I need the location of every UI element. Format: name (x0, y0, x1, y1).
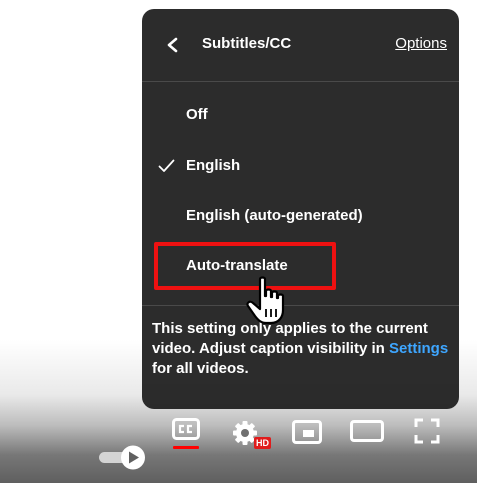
theater-mode-icon[interactable] (350, 420, 384, 442)
menu-item-label: Off (186, 106, 208, 123)
menu-item-off[interactable]: Off (142, 92, 459, 140)
chevron-left-icon[interactable] (166, 37, 180, 53)
menu-item-label: English (186, 157, 241, 174)
menu-item-label: English (auto-generated) (186, 207, 363, 224)
hand-cursor-icon (246, 276, 285, 325)
cc-active-indicator (173, 446, 199, 449)
autoplay-toggle-icon[interactable] (97, 444, 149, 470)
options-link[interactable]: Options (395, 35, 447, 52)
miniplayer-icon[interactable] (292, 420, 322, 444)
menu-title: Subtitles/CC (202, 35, 292, 52)
note-text-end: for all videos. (152, 360, 249, 377)
hd-badge: HD (254, 437, 271, 449)
subtitles-menu: Subtitles/CC Options Off English English… (142, 9, 459, 409)
settings-link[interactable]: Settings (389, 340, 448, 357)
note-text: This setting only applies to the current… (152, 320, 428, 357)
menu-item-english[interactable]: English (142, 143, 459, 191)
menu-item-english-auto-generated[interactable]: English (auto-generated) (142, 193, 459, 241)
menu-header: Subtitles/CC Options (142, 9, 459, 82)
check-icon (158, 159, 175, 172)
caption-note: This setting only applies to the current… (152, 319, 452, 379)
divider (142, 305, 459, 306)
subtitles-cc-icon[interactable] (172, 418, 200, 440)
fullscreen-icon[interactable] (414, 418, 440, 444)
